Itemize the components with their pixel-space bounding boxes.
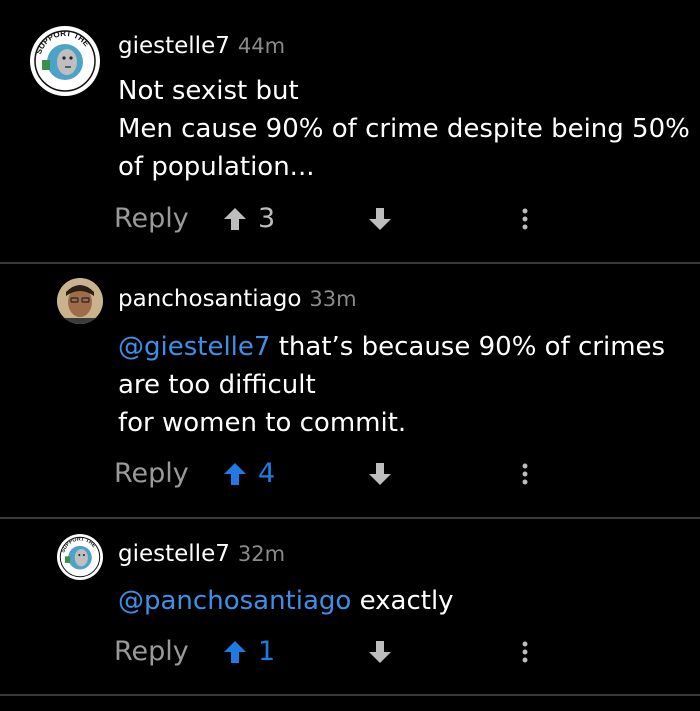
- avatar[interactable]: [57, 278, 103, 324]
- reply-button[interactable]: Reply: [114, 454, 189, 494]
- user-mention-link[interactable]: @giestelle7: [118, 332, 270, 362]
- comment-line: are too difficult: [118, 370, 316, 400]
- npc-badge-icon: SUPPORT THE: [57, 534, 103, 580]
- username-label[interactable]: giestelle7: [118, 33, 230, 59]
- upvote-arrow-icon[interactable]: [222, 206, 248, 232]
- reply-button[interactable]: Reply: [114, 632, 189, 672]
- upvote-count: 4: [258, 458, 276, 489]
- comment-text: exactly: [351, 586, 454, 616]
- avatar[interactable]: SUPPORT THE: [30, 26, 100, 96]
- divider: [0, 694, 700, 696]
- username-label[interactable]: giestelle7: [118, 541, 230, 567]
- comment-line: Not sexist but: [118, 76, 299, 106]
- comment-line: for women to commit.: [118, 408, 407, 438]
- more-options-icon[interactable]: [517, 640, 533, 664]
- comment-username[interactable]: panchosantiago 33m: [118, 286, 357, 312]
- upvote-count: 1: [258, 636, 276, 667]
- comment-actions: Reply 3: [0, 199, 700, 239]
- comment-body: @giestelle7 that’s because 90% of crimes…: [118, 328, 678, 442]
- comment-3: SUPPORT THE giestelle7 32m @panchosantiag…: [0, 519, 700, 694]
- comment-line: @giestelle7 that’s because 90% of crimes: [118, 328, 678, 366]
- npc-badge-icon: SUPPORT THE: [31, 27, 99, 95]
- reply-button[interactable]: Reply: [114, 199, 189, 239]
- comment-line: of population...: [118, 152, 315, 182]
- downvote-arrow-icon[interactable]: [367, 639, 393, 665]
- user-mention-link[interactable]: @panchosantiago: [118, 586, 351, 616]
- upvote-count: 3: [258, 203, 276, 234]
- comment-line: Men cause 90% of crime despite being 50%: [118, 114, 690, 144]
- comment-timestamp: 32m: [237, 542, 286, 566]
- comment-timestamp: 44m: [237, 34, 286, 58]
- downvote-arrow-icon[interactable]: [367, 206, 393, 232]
- comment-username[interactable]: giestelle7 32m: [118, 541, 285, 567]
- comment-2: panchosantiago 33m @giestelle7 that’s bec…: [0, 264, 700, 517]
- upvote-arrow-icon[interactable]: [222, 461, 248, 487]
- comment-text: that’s because 90% of crimes: [270, 332, 666, 362]
- profile-photo-icon: [57, 278, 103, 324]
- more-options-icon[interactable]: [517, 207, 533, 231]
- comment-timestamp: 33m: [309, 287, 357, 311]
- comment-line: @panchosantiago exactly: [118, 582, 678, 620]
- comment-username[interactable]: giestelle7 44m: [118, 33, 285, 59]
- comment-actions: Reply 4: [0, 454, 700, 494]
- comment-actions: Reply 1: [0, 632, 700, 672]
- comment-body: Not sexist but Men cause 90% of crime de…: [118, 72, 690, 186]
- upvote-arrow-icon[interactable]: [222, 639, 248, 665]
- comment-body: @panchosantiago exactly: [118, 582, 678, 620]
- more-options-icon[interactable]: [517, 462, 533, 486]
- username-label[interactable]: panchosantiago: [118, 286, 301, 312]
- comment-1: SUPPORT THE giestelle7 44m Not sexist but…: [0, 0, 700, 262]
- avatar[interactable]: SUPPORT THE: [57, 534, 103, 580]
- downvote-arrow-icon[interactable]: [367, 461, 393, 487]
